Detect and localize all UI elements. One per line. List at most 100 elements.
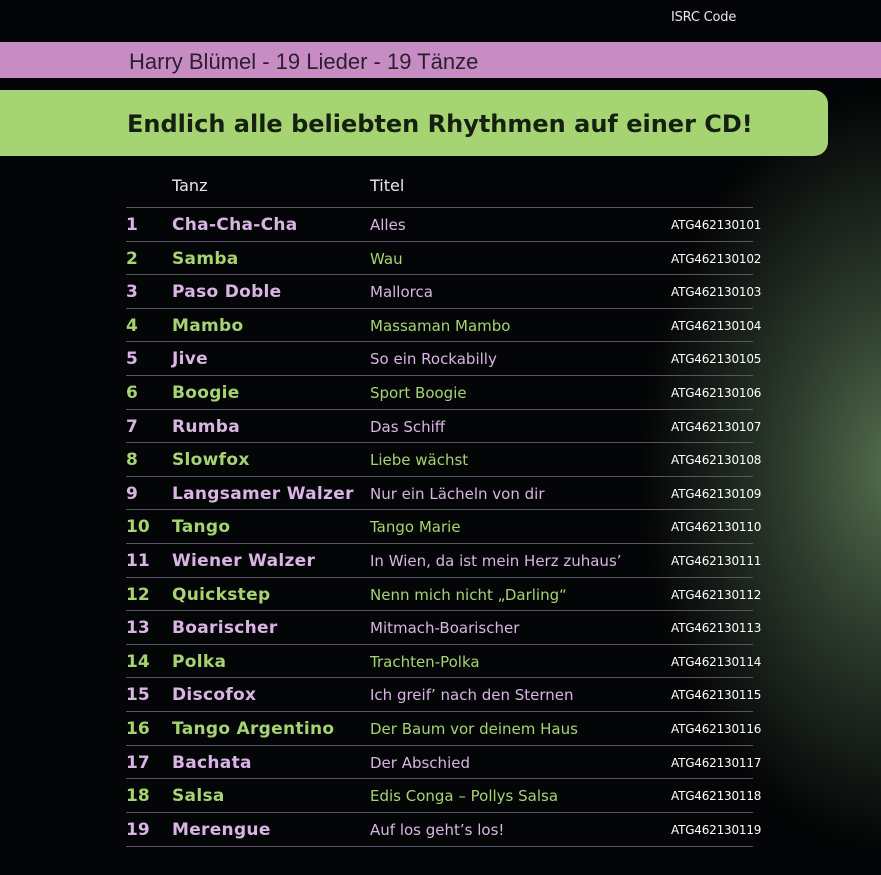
track-isrc: ATG462130113 (671, 621, 762, 636)
track-dance: Merengue (172, 819, 271, 840)
track-isrc: ATG462130105 (671, 352, 762, 367)
column-header-isrc: ISRC Code (671, 10, 737, 25)
table-row: 10 Tango Tango Marie ATG462130110 (126, 509, 761, 543)
track-number: 10 (126, 517, 150, 538)
track-title: Alles (370, 216, 406, 234)
table-row: 8 Slowfox Liebe wächst ATG462130108 (126, 442, 761, 476)
track-isrc: ATG462130114 (671, 654, 762, 669)
track-number: 15 (126, 685, 150, 706)
track-isrc: ATG462130109 (671, 486, 762, 501)
track-title: Liebe wächst (370, 451, 469, 470)
track-dance: Jive (172, 349, 208, 370)
track-dance: Discofox (172, 685, 257, 706)
table-row: 3 Paso Doble Mallorca ATG462130103 (126, 274, 761, 308)
track-title: So ein Rockabilly (370, 350, 497, 369)
track-title: Auf los geht’s los! (370, 820, 505, 839)
track-number: 6 (126, 383, 138, 403)
track-dance: Paso Doble (172, 282, 282, 303)
track-isrc: ATG462130104 (671, 318, 762, 333)
table-row: 6 Boogie Sport Boogie ATG462130106 (126, 375, 761, 409)
track-dance: Rumba (172, 416, 241, 437)
table-row: 17 Bachata Der Abschied ATG462130117 (126, 744, 761, 779)
track-dance: Quickstep (172, 584, 271, 605)
track-number: 18 (126, 786, 150, 807)
track-title: Das Schiff (370, 417, 446, 436)
track-isrc: ATG462130115 (671, 688, 762, 703)
track-title: Der Baum vor deinem Haus (370, 720, 578, 738)
track-dance: Mambo (172, 315, 244, 336)
track-isrc: ATG462130119 (671, 822, 762, 837)
track-number: 2 (126, 248, 138, 269)
track-title: Wau (370, 249, 403, 268)
track-number: 8 (126, 450, 138, 471)
track-dance: Boarischer (172, 618, 278, 639)
track-title: In Wien, da ist mein Herz zuhaus’ (370, 552, 622, 570)
track-title: Nenn mich nicht „Darling“ (370, 585, 567, 604)
track-dance: Cha-Cha-Cha (172, 215, 298, 235)
track-isrc: ATG462130112 (671, 587, 762, 602)
track-number: 7 (126, 416, 138, 437)
track-dance: Langsamer Walzer (172, 483, 354, 504)
track-dance: Polka (172, 651, 227, 672)
promo-banner-text: Endlich alle beliebten Rhythmen auf eine… (127, 110, 753, 138)
track-title: Edis Conga – Pollys Salsa (370, 787, 559, 806)
table-row: 13 Boarischer Mitmach-Boarischer ATG4621301… (126, 610, 761, 644)
track-title: Der Abschied (370, 753, 470, 772)
track-number: 16 (126, 719, 150, 739)
track-number: 13 (126, 618, 150, 639)
track-isrc: ATG462130101 (671, 218, 762, 232)
track-dance: Tango (172, 517, 231, 538)
track-isrc: ATG462130102 (671, 251, 762, 266)
track-title: Mitmach-Boarischer (370, 619, 520, 638)
table-row: 15 Discofox Ich greif’ nach den Sternen ATG… (126, 677, 761, 711)
track-isrc: ATG462130116 (671, 722, 762, 736)
track-number: 14 (126, 651, 150, 672)
track-dance: Slowfox (172, 450, 250, 471)
track-title: Trachten-Polka (370, 652, 480, 671)
track-title: Ich greif’ nach den Sternen (370, 686, 574, 705)
track-number: 11 (126, 551, 150, 571)
promo-banner: Endlich alle beliebten Rhythmen auf eine… (0, 90, 828, 156)
table-row: 14 Polka Trachten-Polka ATG462130114 (126, 643, 761, 678)
track-dance: Boogie (172, 383, 240, 403)
table-row: 19 Merengue Auf los geht’s los! ATG46213011… (126, 811, 761, 847)
track-dance: Wiener Walzer (172, 551, 316, 571)
track-title: Sport Boogie (370, 384, 467, 402)
track-isrc: ATG462130118 (671, 789, 762, 804)
table-row: 5 Jive So ein Rockabilly ATG462130105 (126, 341, 761, 375)
track-isrc: ATG462130117 (671, 755, 762, 770)
track-title: Mallorca (370, 283, 433, 302)
column-header-tanz: Tanz (172, 176, 208, 195)
track-dance: Samba (172, 248, 239, 269)
track-isrc: ATG462130103 (671, 285, 762, 300)
track-isrc: ATG462130111 (671, 554, 762, 568)
track-number: 5 (126, 349, 138, 370)
table-row: 9 Langsamer Walzer Nur ein Lächeln von dir… (126, 475, 761, 510)
table-row: 16 Tango Argentino Der Baum vor deinem Hau… (126, 711, 761, 745)
column-header-titel: Titel (370, 176, 405, 195)
track-title: Tango Marie (370, 518, 461, 537)
track-dance: Bachata (172, 752, 252, 773)
header-band: Harry Blümel - 19 Lieder - 19 Tänze (0, 42, 881, 78)
track-number: 17 (126, 752, 150, 773)
track-title: Massaman Mambo (370, 316, 511, 335)
table-row: 2 Samba Wau ATG462130102 (126, 240, 761, 275)
track-isrc: ATG462130110 (671, 520, 762, 535)
table-row: 12 Quickstep Nenn mich nicht „Darling“ ATG4… (126, 576, 761, 611)
table-row: 4 Mambo Massaman Mambo ATG462130104 (126, 307, 761, 342)
track-number: 19 (126, 819, 150, 840)
track-number: 9 (126, 483, 138, 504)
track-isrc: ATG462130106 (671, 386, 762, 400)
track-number: 12 (126, 584, 150, 605)
track-number: 4 (126, 315, 138, 336)
track-number: 3 (126, 282, 138, 303)
header-band-text: Harry Blümel - 19 Lieder - 19 Tänze (129, 49, 479, 74)
track-isrc: ATG462130107 (671, 419, 762, 434)
table-row: 18 Salsa Edis Conga – Pollys Salsa ATG46213… (126, 778, 761, 812)
track-number: 1 (126, 215, 138, 235)
table-row: 11 Wiener Walzer In Wien, da ist mein Herz… (126, 543, 761, 577)
table-row: 1 Cha-Cha-Cha Alles ATG462130101 (126, 207, 761, 241)
table-row: 7 Rumba Das Schiff ATG462130107 (126, 408, 761, 443)
track-isrc: ATG462130108 (671, 453, 762, 468)
track-title: Nur ein Lächeln von dir (370, 484, 545, 503)
